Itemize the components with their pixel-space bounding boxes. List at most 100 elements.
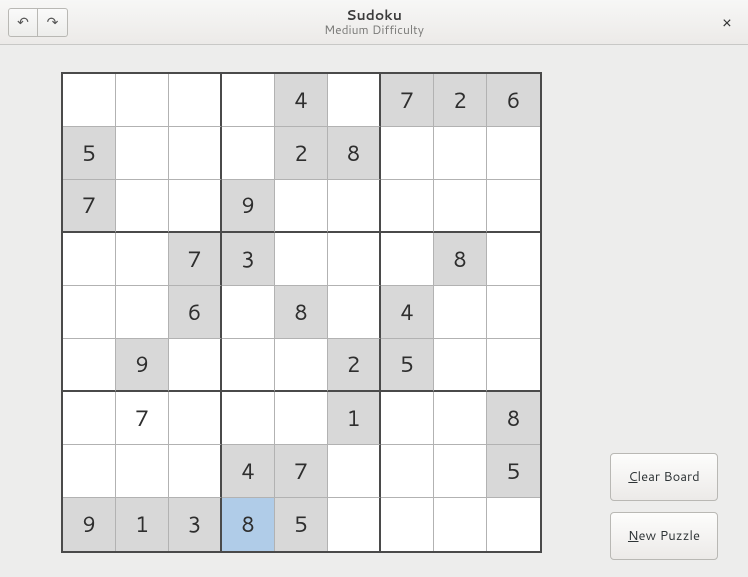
given-cell: 3 [222, 233, 275, 286]
app-subtitle: Medium Difficulty [0, 23, 748, 36]
input-cell[interactable] [169, 180, 222, 233]
input-cell[interactable] [434, 445, 487, 498]
input-cell[interactable] [487, 286, 540, 339]
input-cell[interactable] [63, 339, 116, 392]
given-cell: 9 [222, 180, 275, 233]
given-cell: 8 [328, 127, 381, 180]
side-buttons: Clear Board New Puzzle [610, 453, 718, 560]
input-cell[interactable] [487, 180, 540, 233]
input-cell[interactable] [222, 127, 275, 180]
input-cell[interactable] [328, 498, 381, 551]
input-cell[interactable] [63, 233, 116, 286]
input-cell[interactable] [169, 392, 222, 445]
app-title: Sudoku [0, 8, 748, 23]
input-cell[interactable] [116, 74, 169, 127]
given-cell: 8 [487, 392, 540, 445]
close-icon: × [722, 11, 732, 34]
given-cell: 2 [275, 127, 328, 180]
undo-button[interactable]: ↶ [8, 8, 38, 37]
given-cell: 4 [222, 445, 275, 498]
given-cell: 1 [116, 498, 169, 551]
input-cell[interactable] [487, 339, 540, 392]
input-cell[interactable] [169, 339, 222, 392]
given-cell: 7 [381, 74, 434, 127]
input-cell[interactable] [222, 286, 275, 339]
input-cell[interactable] [275, 392, 328, 445]
clear-board-label: Clear Board [628, 468, 699, 486]
undo-icon: ↶ [17, 12, 29, 32]
given-cell: 3 [169, 498, 222, 551]
given-cell: 5 [275, 498, 328, 551]
given-cell: 5 [487, 445, 540, 498]
input-cell[interactable] [487, 127, 540, 180]
redo-icon: ↷ [47, 12, 59, 32]
input-cell[interactable] [434, 392, 487, 445]
input-cell[interactable] [63, 445, 116, 498]
input-cell[interactable] [328, 74, 381, 127]
input-cell[interactable] [381, 498, 434, 551]
input-cell[interactable] [328, 286, 381, 339]
input-cell[interactable] [222, 339, 275, 392]
input-cell[interactable] [116, 445, 169, 498]
input-cell[interactable] [275, 180, 328, 233]
given-cell: 8 [434, 233, 487, 286]
given-cell: 5 [63, 127, 116, 180]
input-cell[interactable] [222, 392, 275, 445]
given-cell: 7 [63, 180, 116, 233]
given-cell: 4 [381, 286, 434, 339]
input-cell[interactable] [116, 286, 169, 339]
content-area: 47265287973868492571847591385 Clear Boar… [0, 45, 748, 577]
given-cell: 6 [169, 286, 222, 339]
input-cell[interactable] [169, 445, 222, 498]
given-cell: 9 [63, 498, 116, 551]
given-cell: 1 [328, 392, 381, 445]
given-cell: 4 [275, 74, 328, 127]
board-container: 47265287973868492571847591385 [61, 72, 542, 553]
input-cell[interactable] [381, 392, 434, 445]
input-cell[interactable] [275, 233, 328, 286]
new-puzzle-button[interactable]: New Puzzle [610, 512, 718, 560]
input-cell[interactable] [116, 180, 169, 233]
input-cell[interactable] [487, 233, 540, 286]
input-cell[interactable] [328, 180, 381, 233]
input-cell[interactable] [434, 180, 487, 233]
given-cell: 2 [328, 339, 381, 392]
header-bar: ↶ ↷ Sudoku Medium Difficulty × [0, 0, 748, 45]
input-cell[interactable]: 7 [116, 392, 169, 445]
redo-button[interactable]: ↷ [38, 8, 68, 37]
input-cell[interactable] [63, 74, 116, 127]
input-cell[interactable] [169, 74, 222, 127]
clear-board-button[interactable]: Clear Board [610, 453, 718, 501]
close-button[interactable]: × [714, 9, 740, 35]
header-title-block: Sudoku Medium Difficulty [0, 8, 748, 37]
given-cell: 8 [222, 498, 275, 551]
input-cell[interactable] [116, 233, 169, 286]
input-cell[interactable] [434, 286, 487, 339]
new-puzzle-label: New Puzzle [628, 527, 700, 545]
given-cell: 2 [434, 74, 487, 127]
input-cell[interactable] [434, 498, 487, 551]
input-cell[interactable] [328, 233, 381, 286]
input-cell[interactable] [63, 392, 116, 445]
input-cell[interactable] [487, 498, 540, 551]
input-cell[interactable] [222, 74, 275, 127]
input-cell[interactable] [434, 339, 487, 392]
given-cell: 8 [275, 286, 328, 339]
undo-redo-group: ↶ ↷ [8, 8, 68, 37]
input-cell[interactable] [169, 127, 222, 180]
input-cell[interactable] [434, 127, 487, 180]
given-cell: 7 [275, 445, 328, 498]
input-cell[interactable] [381, 233, 434, 286]
input-cell[interactable] [63, 286, 116, 339]
given-cell: 7 [169, 233, 222, 286]
input-cell[interactable] [275, 339, 328, 392]
given-cell: 5 [381, 339, 434, 392]
input-cell[interactable] [381, 127, 434, 180]
input-cell[interactable] [381, 180, 434, 233]
sudoku-board: 47265287973868492571847591385 [61, 72, 542, 553]
given-cell: 9 [116, 339, 169, 392]
input-cell[interactable] [116, 127, 169, 180]
input-cell[interactable] [328, 445, 381, 498]
input-cell[interactable] [381, 445, 434, 498]
given-cell: 6 [487, 74, 540, 127]
